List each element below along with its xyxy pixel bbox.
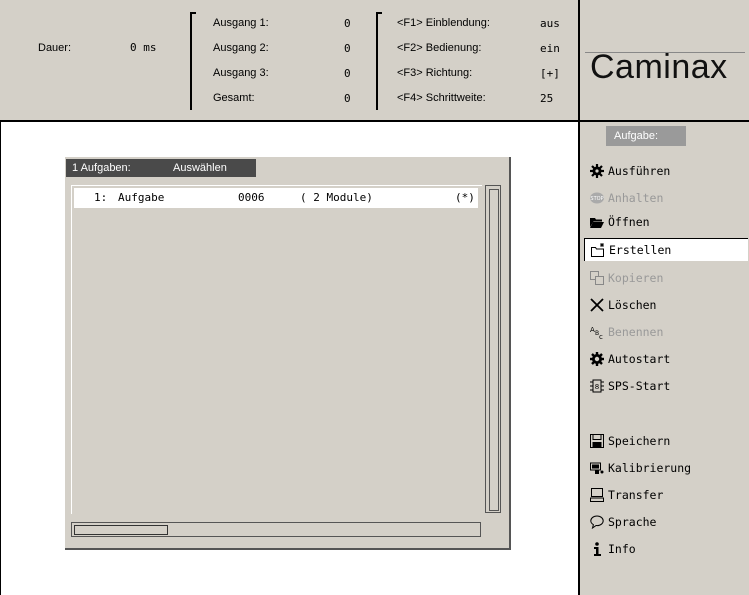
dialog-title-bar: 1 Aufgaben: Auswählen (66, 159, 256, 177)
sidebar-item-label: Anhalten (608, 191, 664, 205)
svg-text:c: c (599, 333, 603, 339)
f2-label: <F2> Bedienung: (397, 42, 482, 54)
main-left-border (0, 122, 1, 595)
transfer-icon (590, 488, 604, 502)
calibration-icon (590, 462, 604, 474)
panel-divider (578, 0, 580, 595)
sidebar-item-sprache[interactable]: Sprache (584, 511, 747, 533)
stop-icon: STOP (590, 192, 604, 204)
vertical-scrollbar[interactable] (485, 185, 501, 513)
delete-x-icon (590, 298, 604, 312)
total-value: 0 (344, 92, 351, 105)
sidebar-item-label: SPS-Start (608, 379, 671, 393)
output-1-value: 0 (344, 17, 351, 30)
output-1-label: Ausgang 1: (213, 17, 269, 29)
output-2-label: Ausgang 2: (213, 42, 269, 54)
task-name: Aufgabe (118, 191, 165, 204)
f3-value: [+] (540, 67, 560, 80)
svg-text:STOP: STOP (590, 196, 603, 202)
f3-label: <F3> Richtung: (397, 67, 473, 79)
copy-icon (590, 271, 604, 285)
sidebar-item-label: Ausführen (608, 164, 671, 178)
sidebar-item-loeschen[interactable]: Löschen (584, 294, 747, 316)
dialog-title-action: Auswählen (173, 162, 227, 174)
header-separator (190, 12, 196, 110)
gear-icon (590, 164, 604, 178)
task-index: 1: (94, 191, 108, 204)
rename-abc-icon: ABc (590, 326, 603, 339)
sidebar-item-info[interactable]: Info (584, 538, 747, 560)
dauer-value: 0 ms (130, 41, 157, 54)
sidebar-item-label: Transfer (608, 488, 664, 502)
sidebar-item-autostart[interactable]: Autostart (584, 348, 747, 370)
header-separator (376, 12, 382, 110)
vertical-scroll-thumb[interactable] (489, 189, 499, 511)
f1-value: aus (540, 17, 560, 30)
sidebar-item-benennen[interactable]: ABc Benennen (584, 321, 747, 343)
sidebar-item-transfer[interactable]: Transfer (584, 484, 747, 506)
sidebar-item-label: Sprache (608, 515, 657, 529)
sidebar-item-label: Info (608, 542, 636, 556)
sidebar-item-kopieren[interactable]: Kopieren (584, 267, 747, 289)
sidebar-item-ausfuehren[interactable]: Ausführen (584, 160, 747, 182)
status-header: Dauer: 0 ms Ausgang 1: 0 Ausgang 2: 0 Au… (0, 0, 578, 122)
f2-value: ein (540, 42, 560, 55)
list-item[interactable]: 1: Aufgabe 0006 ( 2 Module) (*) (74, 188, 478, 208)
f4-value: 25 (540, 92, 554, 105)
f4-label: <F4> Schrittweite: (397, 92, 486, 104)
sidebar-item-label: Kalibrierung (608, 461, 692, 475)
sidebar-item-label: Öffnen (608, 215, 650, 229)
sidebar-item-kalibrierung[interactable]: Kalibrierung (584, 457, 747, 479)
sidebar-item-label: Speichern (608, 434, 671, 448)
new-folder-icon (591, 243, 604, 257)
dialog-title-count: 1 Aufgaben: (72, 162, 131, 174)
task-select-dialog: 1 Aufgaben: Auswählen 1: Aufgabe 0006 ( … (65, 157, 511, 550)
task-list[interactable]: 1: Aufgabe 0006 ( 2 Module) (*) (71, 185, 482, 514)
sidebar-heading: Aufgabe: (606, 126, 686, 146)
task-modules: ( 2 Module) (300, 191, 373, 204)
sidebar-item-anhalten[interactable]: STOP Anhalten (584, 187, 747, 209)
logo-area: Caminax (580, 0, 749, 122)
save-icon (590, 434, 604, 448)
f1-label: <F1> Einblendung: (397, 17, 490, 29)
task-flag: (*) (455, 191, 475, 204)
dauer-label: Dauer: (38, 42, 72, 54)
info-icon (594, 542, 601, 556)
total-label: Gesamt: (213, 92, 255, 104)
output-3-value: 0 (344, 67, 351, 80)
task-number: 0006 (238, 191, 265, 204)
horizontal-scroll-thumb[interactable] (74, 525, 168, 535)
speech-bubble-icon (590, 515, 604, 529)
sidebar-item-label: Löschen (608, 298, 657, 312)
svg-text:8: 8 (595, 383, 599, 391)
horizontal-scrollbar[interactable] (71, 522, 481, 537)
caminax-logo: Caminax (590, 48, 728, 86)
sps-icon: 8 (590, 379, 604, 393)
sidebar-item-label: Kopieren (608, 271, 664, 285)
sidebar-item-sps-start[interactable]: 8 SPS-Start (584, 375, 747, 397)
sidebar-item-label: Erstellen (609, 243, 672, 257)
output-2-value: 0 (344, 42, 351, 55)
sidebar-item-oeffnen[interactable]: Öffnen (584, 211, 747, 233)
sidebar-item-speichern[interactable]: Speichern (584, 430, 747, 452)
folder-open-icon (590, 218, 604, 228)
autostart-gear-icon (590, 352, 604, 366)
output-3-label: Ausgang 3: (213, 67, 269, 79)
sidebar-item-erstellen[interactable]: Erstellen (584, 238, 748, 261)
sidebar-item-label: Benennen (608, 325, 664, 339)
sidebar-item-label: Autostart (608, 352, 671, 366)
